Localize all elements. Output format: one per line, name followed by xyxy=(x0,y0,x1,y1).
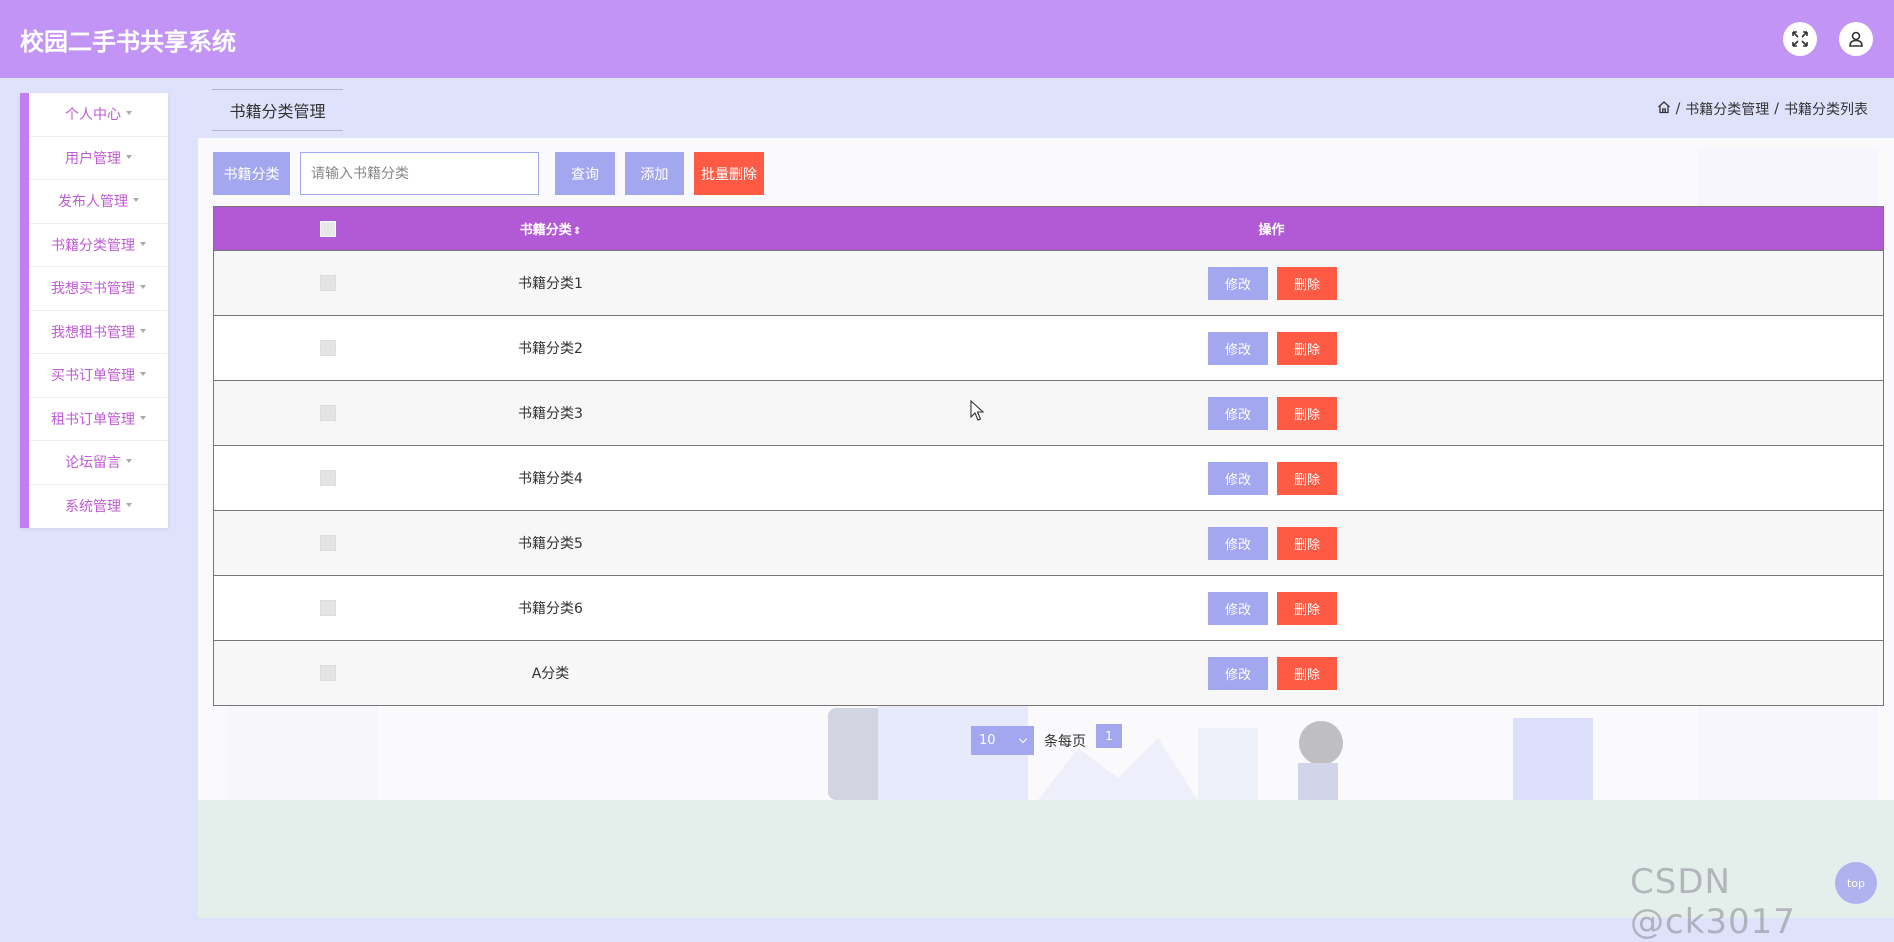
sidebar-menu: 个人中心 用户管理 发布人管理 书籍分类管理 我想买书管理 我想租书管理 买书订… xyxy=(20,93,168,528)
breadcrumb-level2: 书籍分类列表 xyxy=(1784,102,1868,118)
sidebar-item-buy-order-management[interactable]: 买书订单管理 xyxy=(29,354,168,398)
sidebar-item-want-rent-management[interactable]: 我想租书管理 xyxy=(29,311,168,354)
page-title-tab[interactable]: 书籍分类管理 xyxy=(212,89,343,131)
table-row: 书籍分类2 修改 删除 xyxy=(214,315,1883,380)
delete-button[interactable]: 删除 xyxy=(1277,526,1337,560)
mouse-pointer-icon xyxy=(970,400,985,421)
app-title: 校园二手书共享系统 xyxy=(20,27,236,56)
category-name-cell: 书籍分类3 xyxy=(518,406,583,422)
column-header-ops: 操作 xyxy=(1258,223,1285,238)
table-row: 书籍分类3 修改 删除 xyxy=(214,380,1883,445)
pagination: 10 条每页 1 xyxy=(971,723,1122,755)
category-search-input[interactable] xyxy=(300,152,539,195)
table-row: 书籍分类5 修改 删除 xyxy=(214,510,1883,575)
category-table: 书籍分类⇕ 操作 书籍分类1 修改 删除 书籍分类2 修改 删除 书籍分类3 修… xyxy=(213,206,1884,706)
caret-down-icon xyxy=(126,459,132,464)
sidebar-item-user-management[interactable]: 用户管理 xyxy=(29,137,168,180)
caret-down-icon xyxy=(126,154,132,159)
page-size-select[interactable]: 10 xyxy=(971,726,1034,755)
category-name-cell: 书籍分类4 xyxy=(518,471,583,487)
edit-button[interactable]: 修改 xyxy=(1208,266,1268,300)
search-bar: 书籍分类 查询 添加 批量删除 xyxy=(213,152,764,195)
row-checkbox[interactable] xyxy=(319,405,336,421)
delete-button[interactable]: 删除 xyxy=(1277,331,1337,365)
sidebar-item-system-management[interactable]: 系统管理 xyxy=(29,485,168,529)
add-button[interactable]: 添加 xyxy=(625,152,684,195)
select-all-checkbox[interactable] xyxy=(319,220,336,237)
table-row: 书籍分类6 修改 删除 xyxy=(214,575,1883,640)
category-name-cell: A分类 xyxy=(531,666,570,682)
batch-delete-button[interactable]: 批量删除 xyxy=(694,152,764,195)
sidebar-item-personal-center[interactable]: 个人中心 xyxy=(29,93,168,137)
sidebar-item-want-buy-management[interactable]: 我想买书管理 xyxy=(29,267,168,311)
query-button[interactable]: 查询 xyxy=(555,152,615,195)
row-checkbox[interactable] xyxy=(319,600,336,616)
fullscreen-icon[interactable] xyxy=(1783,22,1817,56)
breadcrumb-separator: / xyxy=(1774,101,1779,117)
home-icon[interactable] xyxy=(1657,100,1671,118)
breadcrumb-level1[interactable]: 书籍分类管理 xyxy=(1685,99,1769,119)
table-row: 书籍分类1 修改 删除 xyxy=(214,250,1883,315)
category-name-cell: 书籍分类2 xyxy=(518,341,583,357)
page-number-button[interactable]: 1 xyxy=(1096,723,1122,748)
edit-button[interactable]: 修改 xyxy=(1208,591,1268,625)
delete-button[interactable]: 删除 xyxy=(1277,461,1337,495)
caret-down-icon xyxy=(140,415,146,420)
edit-button[interactable]: 修改 xyxy=(1208,331,1268,365)
column-header-category[interactable]: 书籍分类⇕ xyxy=(441,219,660,238)
row-checkbox[interactable] xyxy=(319,665,336,681)
category-name-cell: 书籍分类1 xyxy=(518,276,583,292)
header-icons xyxy=(1783,22,1873,56)
caret-down-icon xyxy=(140,328,146,333)
sort-icon[interactable]: ⇕ xyxy=(573,226,581,237)
delete-button[interactable]: 删除 xyxy=(1277,591,1337,625)
edit-button[interactable]: 修改 xyxy=(1208,396,1268,430)
category-name-cell: 书籍分类5 xyxy=(518,536,583,552)
search-label: 书籍分类 xyxy=(213,152,290,195)
delete-button[interactable]: 删除 xyxy=(1277,656,1337,690)
caret-down-icon xyxy=(126,111,132,116)
row-checkbox[interactable] xyxy=(319,535,336,551)
edit-button[interactable]: 修改 xyxy=(1208,526,1268,560)
sidebar-item-rent-order-management[interactable]: 租书订单管理 xyxy=(29,398,168,441)
breadcrumb: / 书籍分类管理 / 书籍分类列表 xyxy=(1657,99,1868,119)
back-to-top-button[interactable]: top xyxy=(1835,862,1877,904)
row-checkbox[interactable] xyxy=(319,470,336,486)
breadcrumb-separator: / xyxy=(1675,101,1681,117)
caret-down-icon xyxy=(140,372,146,377)
delete-button[interactable]: 删除 xyxy=(1277,396,1337,430)
delete-button[interactable]: 删除 xyxy=(1277,266,1337,300)
user-icon[interactable] xyxy=(1839,22,1873,56)
edit-button[interactable]: 修改 xyxy=(1208,656,1268,690)
table-header: 书籍分类⇕ 操作 xyxy=(214,207,1883,250)
sidebar-item-book-category-management[interactable]: 书籍分类管理 xyxy=(29,224,168,267)
top-header: 校园二手书共享系统 xyxy=(0,0,1894,78)
sidebar-item-publisher-management[interactable]: 发布人管理 xyxy=(29,180,168,224)
per-page-label: 条每页 xyxy=(1044,733,1086,750)
row-checkbox[interactable] xyxy=(319,275,336,291)
table-row: A分类 修改 删除 xyxy=(214,640,1883,705)
caret-down-icon xyxy=(126,503,132,508)
sidebar-item-forum[interactable]: 论坛留言 xyxy=(29,441,168,485)
chevron-down-icon xyxy=(1018,734,1028,743)
caret-down-icon xyxy=(140,241,146,246)
category-name-cell: 书籍分类6 xyxy=(518,601,583,617)
edit-button[interactable]: 修改 xyxy=(1208,461,1268,495)
caret-down-icon xyxy=(140,285,146,290)
table-row: 书籍分类4 修改 删除 xyxy=(214,445,1883,510)
row-checkbox[interactable] xyxy=(319,340,336,356)
caret-down-icon xyxy=(133,198,139,203)
